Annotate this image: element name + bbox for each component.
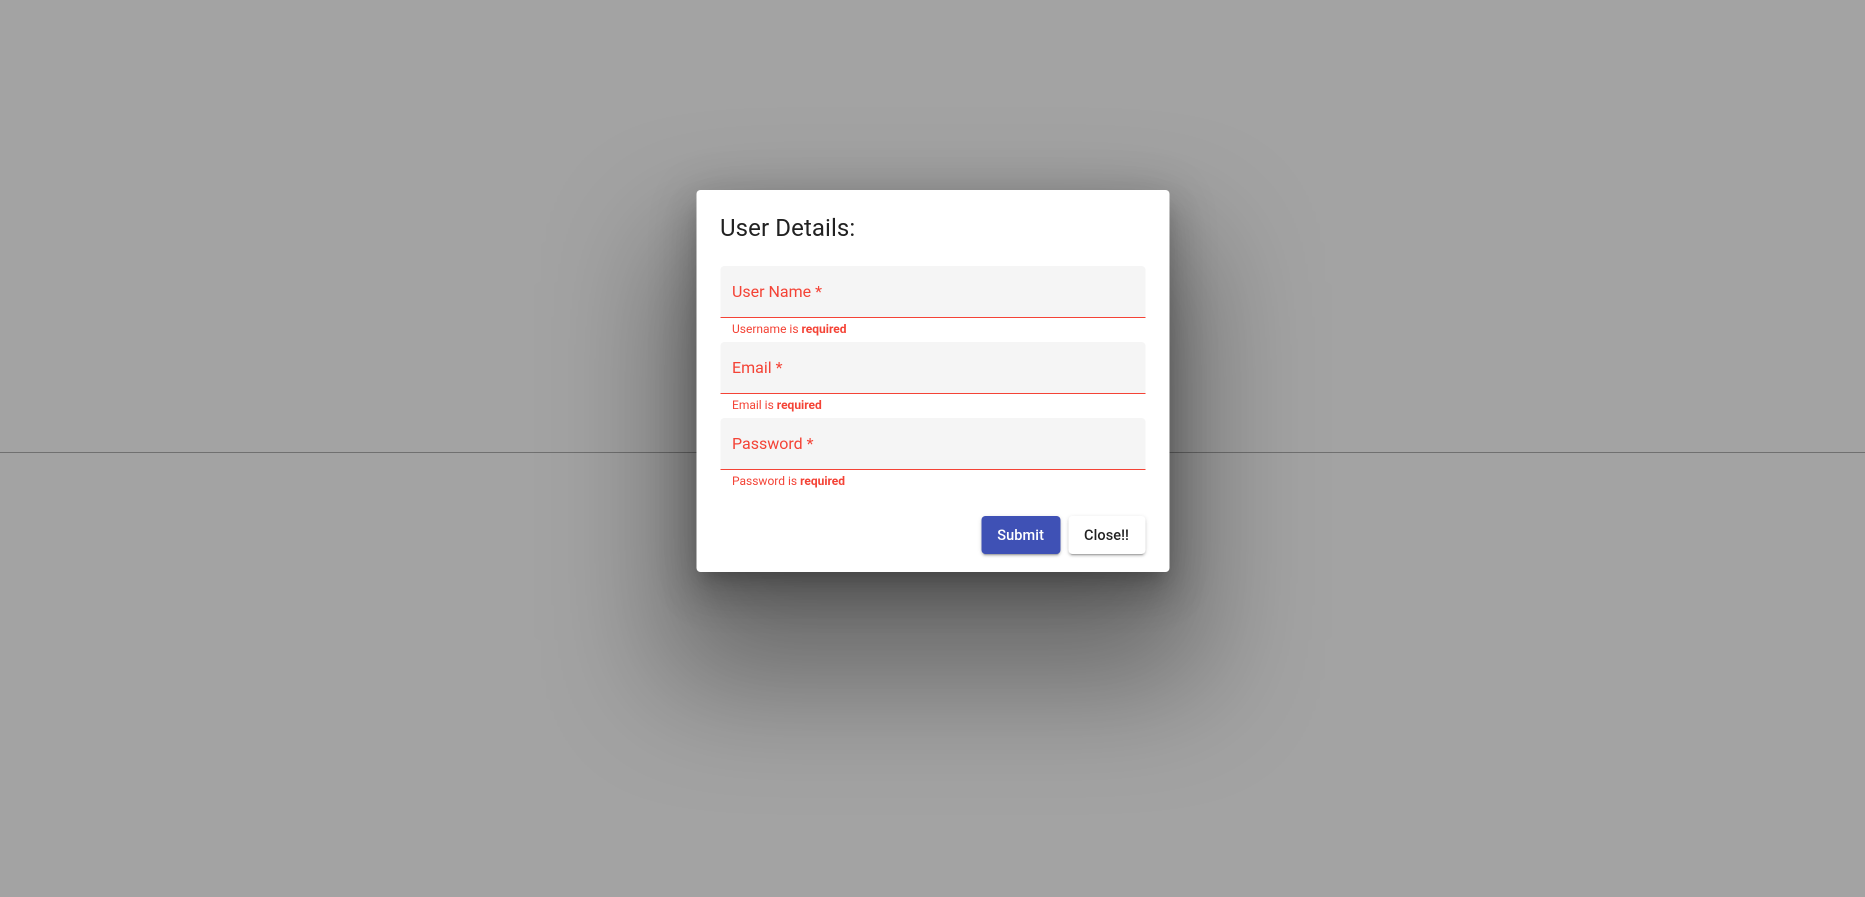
email-input-wrapper[interactable]: Email * [720,342,1145,394]
submit-button[interactable]: Submit [981,516,1060,554]
password-input-wrapper[interactable]: Password * [720,418,1145,470]
dialog-actions: Submit Close!! [720,516,1145,554]
email-field: Email * Email is required [720,342,1145,412]
close-button[interactable]: Close!! [1068,516,1145,554]
password-field: Password * Password is required [720,418,1145,488]
username-input-wrapper[interactable]: User Name * [720,266,1145,318]
user-details-dialog: User Details: User Name * Username is re… [696,190,1169,572]
dialog-title: User Details: [720,214,1145,242]
username-field: User Name * Username is required [720,266,1145,336]
